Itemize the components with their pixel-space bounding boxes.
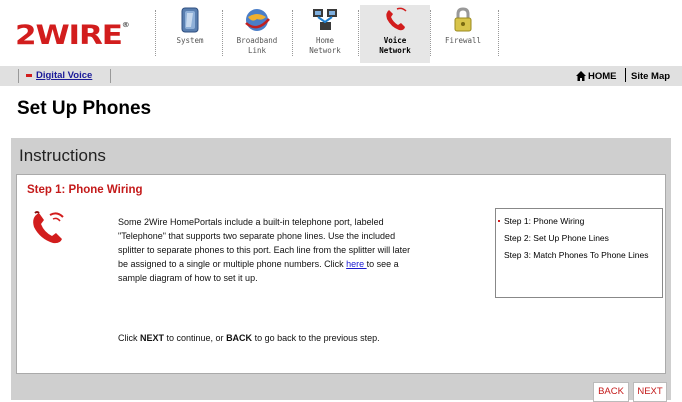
divider xyxy=(430,10,431,56)
divider xyxy=(155,10,156,56)
sub-navigation-bar: Digital Voice HOME Site Map xyxy=(0,66,682,86)
step-item: Step 3: Match Phones To Phone Lines xyxy=(504,250,649,260)
digital-voice-link[interactable]: Digital Voice xyxy=(28,70,92,81)
steps-list: Step 1: Phone Wiring Step 2: Set Up Phon… xyxy=(495,208,663,298)
red-phone-icon xyxy=(33,211,64,244)
tab-voice-network[interactable]: Voice Network xyxy=(360,5,430,63)
next-button[interactable]: NEXT xyxy=(633,382,667,402)
divider xyxy=(18,69,19,83)
step-title: Step 1: Phone Wiring xyxy=(27,184,143,196)
tab-broadband-link[interactable]: Broadband Link xyxy=(232,5,282,63)
tab-home-network[interactable]: Home Network xyxy=(302,5,348,63)
instructions-panel: Instructions Step 1: Phone Wiring Some 2… xyxy=(11,138,671,402)
home-network-icon xyxy=(313,9,337,30)
step-item-current: Step 1: Phone Wiring xyxy=(498,215,654,227)
site-map-link[interactable]: Site Map xyxy=(631,71,670,82)
instructions-content: Step 1: Phone Wiring Some 2Wire HomePort… xyxy=(16,174,666,374)
tab-system[interactable]: System xyxy=(170,5,210,63)
divider xyxy=(110,69,111,83)
back-button[interactable]: BACK xyxy=(593,382,629,402)
divider xyxy=(292,10,293,56)
brand-logo[interactable]: 2WIRE® xyxy=(15,22,130,50)
step-item: Step 2: Set Up Phone Lines xyxy=(504,233,609,243)
home-link[interactable]: HOME xyxy=(588,71,617,82)
divider xyxy=(358,10,359,56)
panel-heading: Instructions xyxy=(19,146,106,165)
globe-icon xyxy=(245,9,270,31)
divider xyxy=(625,68,626,82)
divider xyxy=(222,10,223,56)
instructions-body: Some 2Wire HomePortals include a built-i… xyxy=(118,215,414,285)
diagram-link[interactable]: here xyxy=(346,259,367,269)
divider xyxy=(498,10,499,56)
phone-icon xyxy=(386,7,407,31)
navigation-hint: Click NEXT to continue, or BACK to go ba… xyxy=(118,333,380,343)
home-icon[interactable] xyxy=(576,71,586,81)
system-icon xyxy=(181,7,199,33)
tab-firewall[interactable]: Firewall xyxy=(440,5,486,63)
header: 2WIRE® System Broadband Link Home Networ… xyxy=(0,0,682,66)
page-title: Set Up Phones xyxy=(17,98,152,119)
padlock-icon xyxy=(454,7,472,32)
